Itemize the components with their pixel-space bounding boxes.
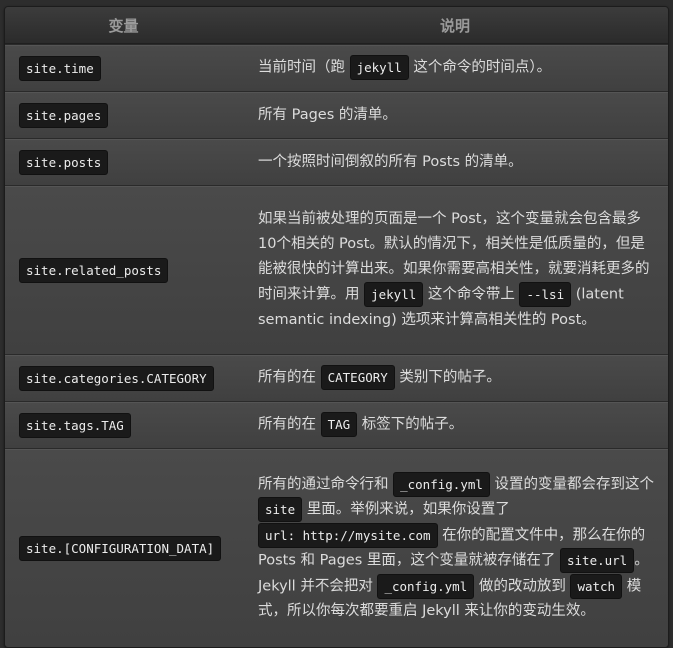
inline-code: watch: [570, 573, 623, 599]
table-row: site.posts 一个按照时间倒叙的所有 Posts 的清单。: [5, 138, 668, 185]
table-row: site.categories.CATEGORY 所有的在 CATEGORY 类…: [5, 354, 668, 401]
description-text: 这个命令的时间点）。: [408, 59, 552, 76]
page: 变量 说明 site.time 当前时间（跑 jekyll 这个命令的时间点）。…: [0, 0, 673, 648]
table-row: site.time 当前时间（跑 jekyll 这个命令的时间点）。: [5, 44, 668, 91]
table-row: site.related_posts 如果当前被处理的页面是一个 Post，这个…: [5, 185, 668, 354]
table-row: site.tags.TAG 所有的在 TAG 标签下的帖子。: [5, 401, 668, 448]
variable-code: site.time: [19, 55, 101, 81]
inline-code: CATEGORY: [320, 365, 395, 391]
description-text: 当前时间（跑: [258, 59, 350, 76]
inline-code: _config.yml: [393, 471, 490, 497]
description-text: 一个按照时间倒叙的所有 Posts 的清单。: [258, 153, 523, 170]
inline-code: site: [258, 497, 303, 523]
inline-code: jekyll: [349, 55, 409, 81]
description-cell: 一个按照时间倒叙的所有 Posts 的清单。: [242, 139, 668, 185]
description-cell: 如果当前被处理的页面是一个 Post，这个变量就会包含最多10个相关的 Post…: [242, 186, 668, 354]
variable-code: site.categories.CATEGORY: [19, 365, 214, 391]
header-description: 说明: [439, 16, 470, 35]
description-text: 所有 Pages 的清单。: [258, 106, 397, 123]
inline-code: url: http://mysite.com: [258, 522, 438, 548]
variable-cell: site.[CONFIGURATION_DATA]: [5, 449, 242, 647]
inline-code: jekyll: [364, 282, 424, 308]
description-text: 所有的通过命令行和: [258, 476, 394, 493]
inline-code: site.url: [560, 548, 635, 574]
table-row: site.[CONFIGURATION_DATA] 所有的通过命令行和 _con…: [5, 448, 668, 647]
variable-cell: site.posts: [5, 139, 242, 185]
site-variables-table: 变量 说明 site.time 当前时间（跑 jekyll 这个命令的时间点）。…: [4, 6, 669, 648]
description-text: 做的改动放到: [474, 578, 571, 595]
inline-code: _config.yml: [377, 573, 475, 599]
variable-code: site.tags.TAG: [19, 412, 131, 438]
description-cell: 所有的在 CATEGORY 类别下的帖子。: [242, 355, 668, 401]
description-text: 所有的在: [258, 369, 321, 386]
inline-code: --lsi: [519, 282, 572, 308]
variable-cell: site.tags.TAG: [5, 402, 242, 448]
variable-cell: site.pages: [5, 92, 242, 138]
header-variable: 变量: [108, 16, 139, 35]
variable-code: site.posts: [19, 149, 109, 175]
description-text: 这个命令带上: [423, 286, 520, 303]
table-row: site.pages 所有 Pages 的清单。: [5, 91, 668, 138]
description-text: 里面。举例来说，如果你设置了: [302, 501, 510, 518]
table-header: 变量 说明: [5, 7, 668, 44]
variable-cell: site.categories.CATEGORY: [5, 355, 242, 401]
description-cell: 所有的在 TAG 标签下的帖子。: [242, 402, 668, 448]
variable-code: site.[CONFIGURATION_DATA]: [19, 535, 222, 561]
description-cell: 当前时间（跑 jekyll 这个命令的时间点）。: [242, 45, 668, 91]
variable-code: site.related_posts: [19, 257, 169, 283]
variable-cell: site.related_posts: [5, 186, 242, 354]
description-cell: 所有 Pages 的清单。: [242, 92, 668, 138]
description-cell: 所有的通过命令行和 _config.yml 设置的变量都会存到这个 site 里…: [242, 449, 668, 647]
variable-code: site.pages: [19, 102, 109, 128]
description-text: 所有的在: [258, 416, 321, 433]
variable-cell: site.time: [5, 45, 242, 91]
inline-code: TAG: [320, 412, 358, 438]
description-text: 标签下的帖子。: [357, 416, 464, 433]
description-text: 类别下的帖子。: [394, 369, 501, 386]
description-text: 设置的变量都会存到这个: [489, 476, 655, 493]
